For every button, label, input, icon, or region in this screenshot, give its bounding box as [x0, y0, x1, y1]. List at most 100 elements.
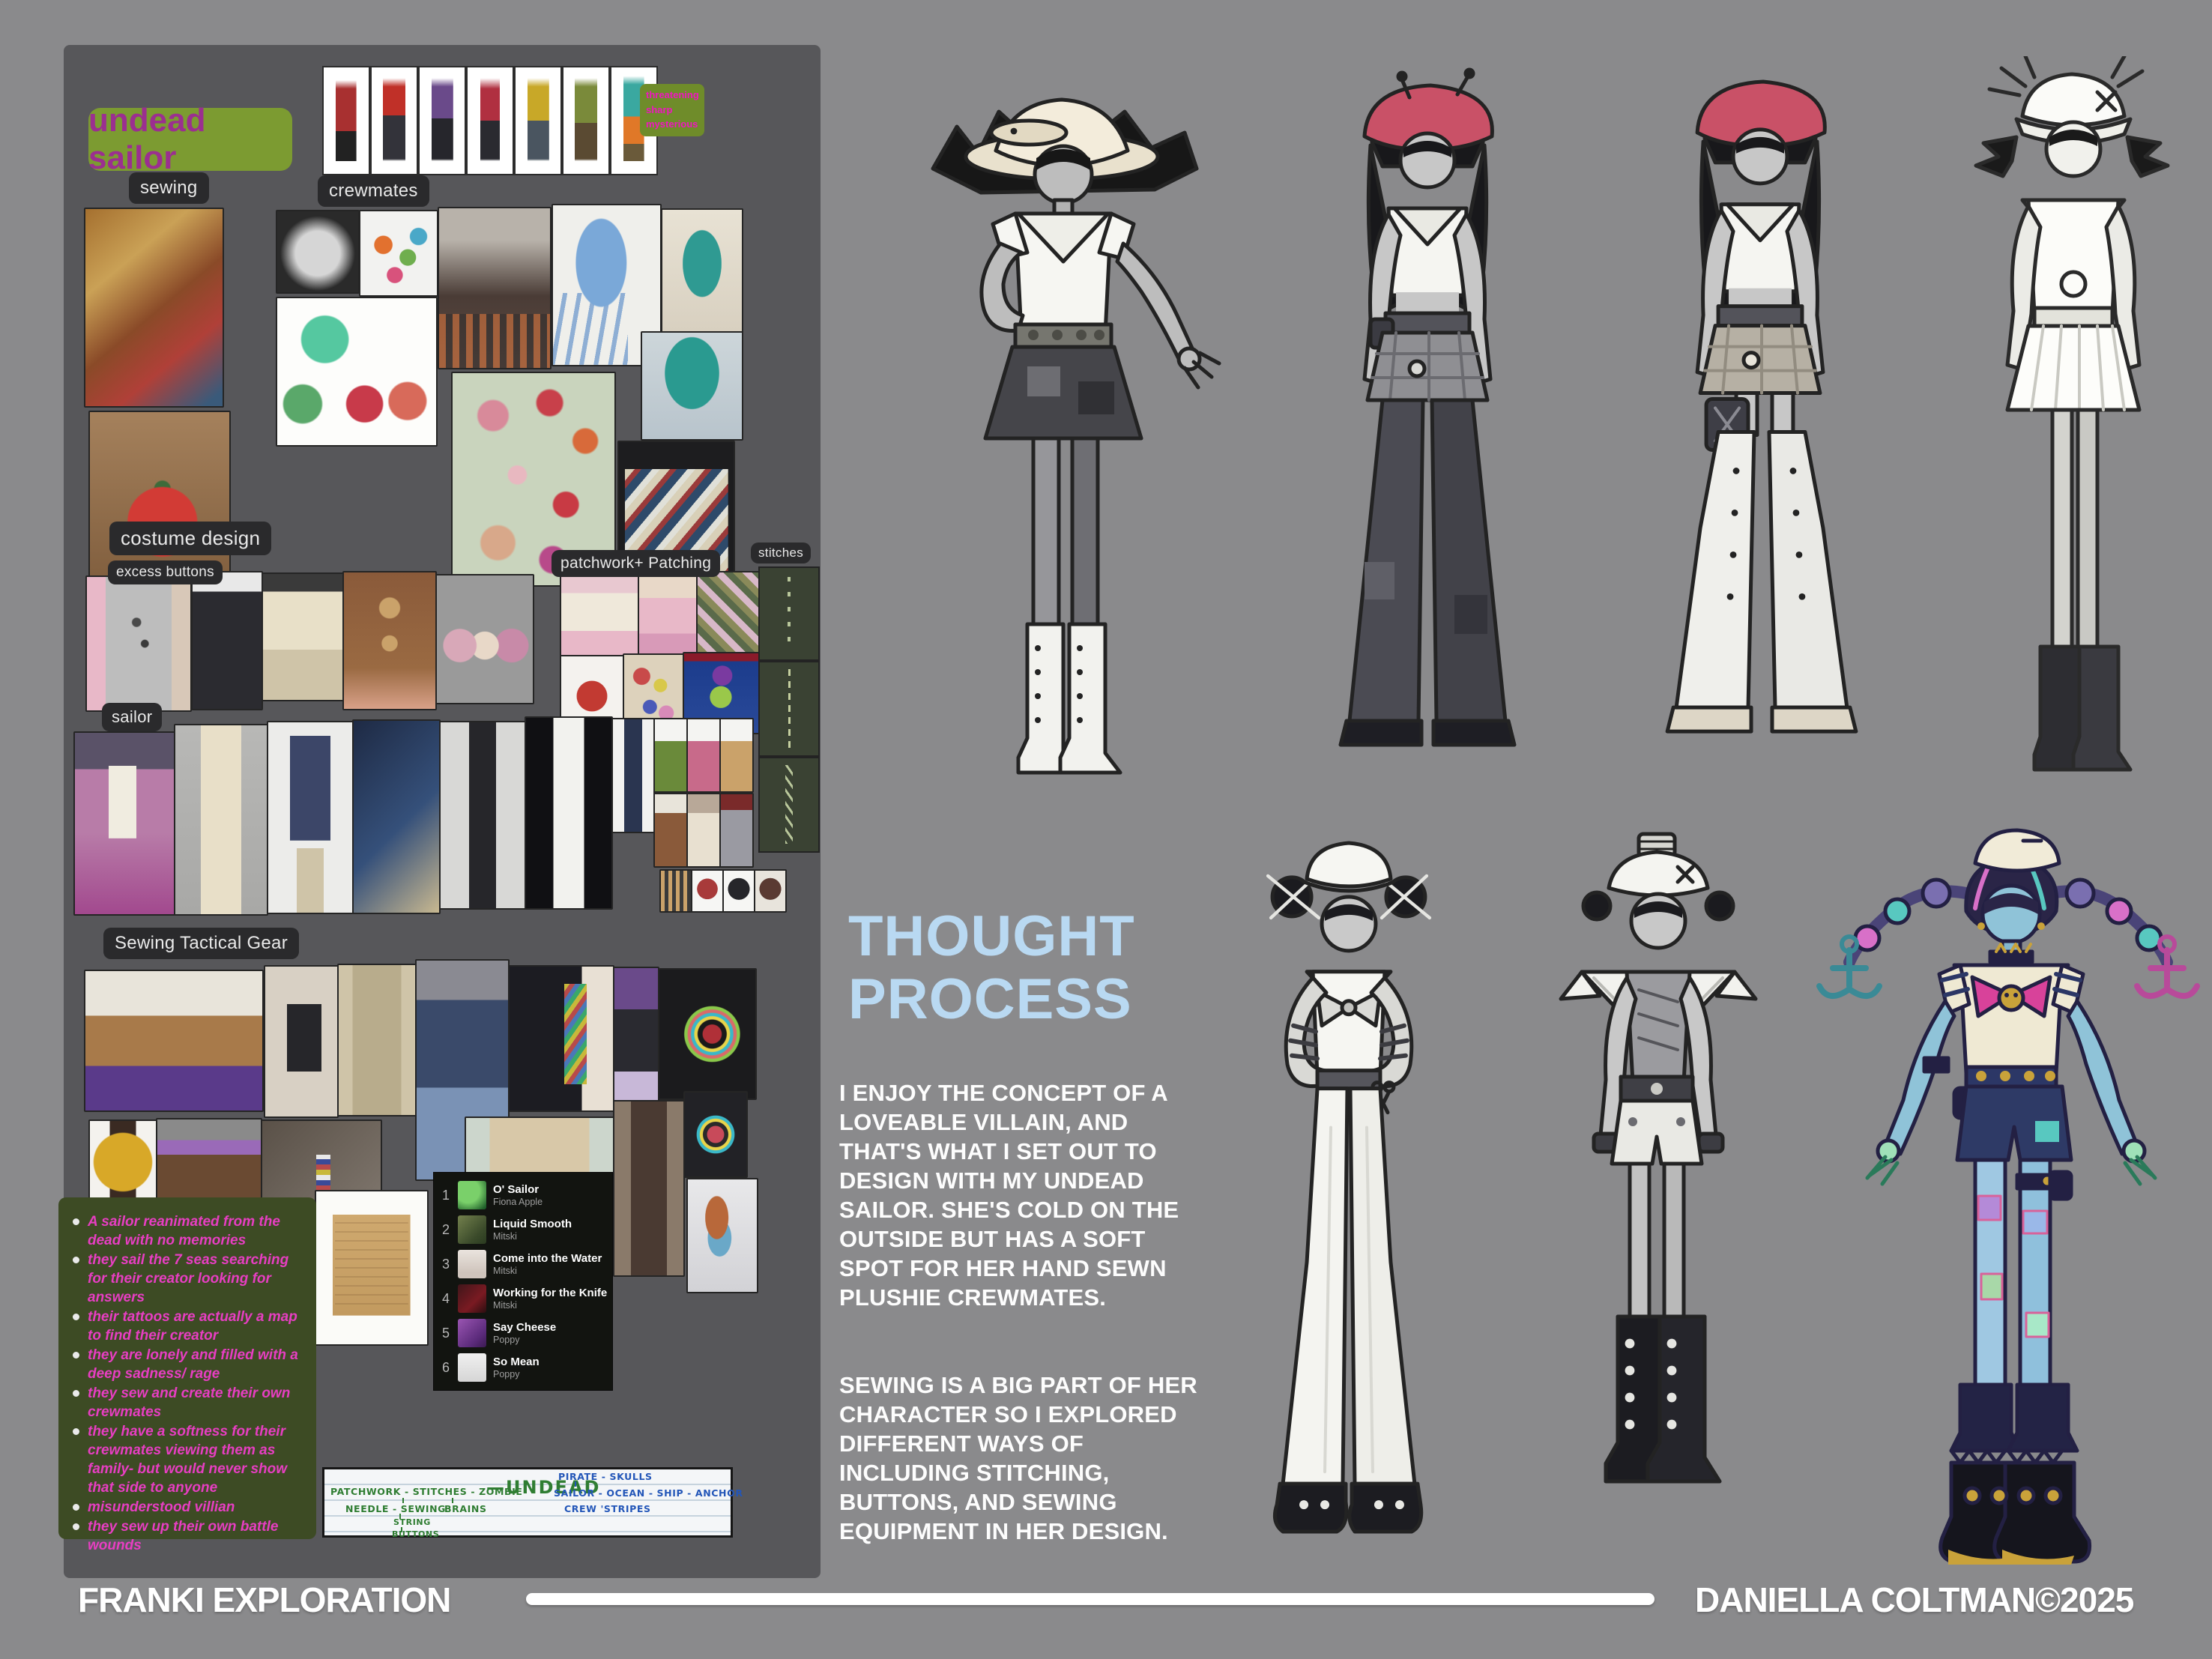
photo-navy-sailor-jacket — [267, 721, 354, 914]
connector-line — [401, 1527, 402, 1532]
photo-boots-pink — [686, 718, 721, 793]
section-label-stitches: stitches — [751, 543, 811, 563]
note-bullet: A sailor reanimated from the dead with n… — [67, 1212, 306, 1250]
photo-stitch-swatch-cross — [758, 566, 820, 661]
thought-process-body: I ENJOY THE CONCEPT OF A LOVEABLE VILLAI… — [839, 1049, 1203, 1604]
photo-pink-patch-top — [638, 572, 698, 655]
playlist-widget: 1 O' Sailor Fiona Apple 2 Liquid Smooth … — [433, 1172, 613, 1391]
brainstorm-term: BUTTONS — [392, 1529, 439, 1539]
photo-button-dress — [85, 575, 192, 712]
track-number: 1 — [438, 1188, 453, 1203]
note-bullet: misunderstood villian — [67, 1498, 306, 1517]
photo-hat-striped — [659, 869, 692, 913]
album-art — [458, 1353, 486, 1382]
photo-white-sailor-suit — [525, 716, 613, 910]
photo-boots-cream — [686, 793, 721, 868]
playlist-track: 5 Say Cheese Poppy — [438, 1317, 608, 1350]
character-notes-list: A sailor reanimated from the dead with n… — [67, 1212, 306, 1555]
trait-word: mysterious — [646, 117, 698, 132]
photo-arm-gauntlet — [613, 967, 659, 1107]
photo-boots-tan — [719, 718, 754, 793]
note-bullet: they have a softness for their crewmates… — [67, 1422, 306, 1497]
trait-word: sharp — [646, 103, 698, 118]
photo-doll-dresses — [435, 574, 534, 704]
brainstorm-term: SAILOR - OCEAN - SHIP - ANCHOR — [554, 1487, 743, 1499]
character-sketch-2 — [1278, 67, 1577, 802]
brainstorm-term: BRAINS — [444, 1503, 487, 1514]
section-label-patchwork: patchwork+ Patching — [552, 550, 720, 577]
album-art — [458, 1319, 486, 1347]
photo-sailor-runway — [73, 731, 175, 916]
photo-thread-bandolier-corset — [508, 965, 614, 1112]
section-label-excess-buttons: excess buttons — [108, 560, 223, 584]
label-text: costume design — [121, 527, 260, 550]
footer-divider — [526, 1593, 1655, 1605]
track-title: Working for the Knife — [493, 1287, 607, 1300]
title-chip: undead sailor — [88, 108, 292, 171]
photo-treasure-map — [315, 1190, 429, 1346]
connector-line — [452, 1498, 453, 1503]
inspiration-thumb-yellow — [514, 66, 562, 175]
trait-word: threatening — [646, 88, 698, 103]
photo-plush-group — [359, 210, 438, 297]
portfolio-page: undead sailor threatening sharp mysterio… — [0, 0, 2212, 1659]
photo-brown-jacket-buttons — [342, 571, 437, 710]
track-artist: Fiona Apple — [493, 1197, 543, 1208]
album-art — [458, 1215, 486, 1244]
photo-boots-green — [653, 718, 688, 793]
character-sketch-7-final-color — [1798, 818, 2212, 1580]
playlist-track: 3 Come into the Water Mitski — [438, 1248, 608, 1281]
section-label-costume-design: costume design — [109, 522, 271, 555]
note-bullet: they sew up their own battle wounds — [67, 1517, 306, 1555]
photo-black-hip-pouch — [264, 965, 339, 1118]
playlist-track: 2 Liquid Smooth Mitski — [438, 1213, 608, 1246]
inspiration-thumb-red-suit — [466, 66, 514, 175]
playlist-track: 4 Working for the Knife Mitski — [438, 1282, 608, 1315]
photo-boots-gray — [719, 793, 754, 868]
track-number: 2 — [438, 1222, 453, 1238]
footer-credit: DANIELLA COLTMAN©2025 — [1695, 1580, 2133, 1620]
photo-patch-skirt — [560, 574, 639, 656]
section-label-sewing: sewing — [129, 172, 209, 204]
brainstorm-whiteboard: PIRATE - SKULLS PATCHWORK - STITCHES - Z… — [322, 1467, 733, 1538]
photo-navy-satin-collar — [352, 719, 441, 914]
character-sketch-3 — [1607, 64, 1915, 802]
character-sketch-1 — [888, 64, 1240, 806]
photo-thread-spool-pin — [686, 1178, 758, 1293]
photo-stitch-swatch-dashed — [758, 661, 820, 757]
photo-pin-wheel-small — [683, 1091, 748, 1178]
heading-line: PROCESS — [848, 968, 1135, 1031]
photo-thread-spools — [84, 208, 224, 408]
photo-teal-squid-plush — [641, 331, 743, 441]
character-notes-box: A sailor reanimated from the dead with n… — [58, 1197, 316, 1539]
traits-note: threatening sharp mysterious — [640, 84, 704, 136]
photo-navy-overalls — [611, 718, 655, 833]
note-bullet: their tattoos are actually a map to find… — [67, 1308, 306, 1345]
inspiration-thumb-demon — [322, 66, 370, 175]
photo-plush-drawings — [276, 297, 438, 447]
photo-black-sailor-suit — [439, 721, 526, 910]
track-title: Come into the Water — [493, 1252, 602, 1266]
photo-hat-brown-beret — [754, 869, 787, 913]
label-text: Sewing Tactical Gear — [115, 933, 288, 954]
label-text: patchwork+ Patching — [560, 554, 711, 572]
label-text: stitches — [758, 546, 803, 560]
inspiration-thumb-red-hood — [370, 66, 418, 175]
track-number: 6 — [438, 1360, 453, 1376]
album-art — [458, 1181, 486, 1209]
track-artist: Poppy — [493, 1369, 540, 1380]
photo-fringed-dressform — [613, 1100, 685, 1277]
thought-paragraph: SEWING IS A BIG PART OF HER CHARACTER SO… — [839, 1371, 1203, 1546]
photo-knit-monster — [276, 210, 360, 294]
section-label-sailor: sailor — [102, 703, 162, 731]
note-bullet: they sew and create their own crewmates — [67, 1384, 306, 1421]
track-title: O' Sailor — [493, 1183, 543, 1197]
photo-teal-dog-plush — [661, 208, 743, 333]
track-artist: Mitski — [493, 1266, 602, 1277]
label-text: excess buttons — [116, 564, 214, 581]
connector-line — [402, 1498, 404, 1503]
note-bullet: they are lonely and filled with a deep s… — [67, 1346, 306, 1383]
character-sketch-6 — [1510, 828, 1802, 1577]
photo-boots-brown — [653, 793, 688, 868]
brainstorm-term: CREW 'STRIPES — [564, 1503, 651, 1514]
